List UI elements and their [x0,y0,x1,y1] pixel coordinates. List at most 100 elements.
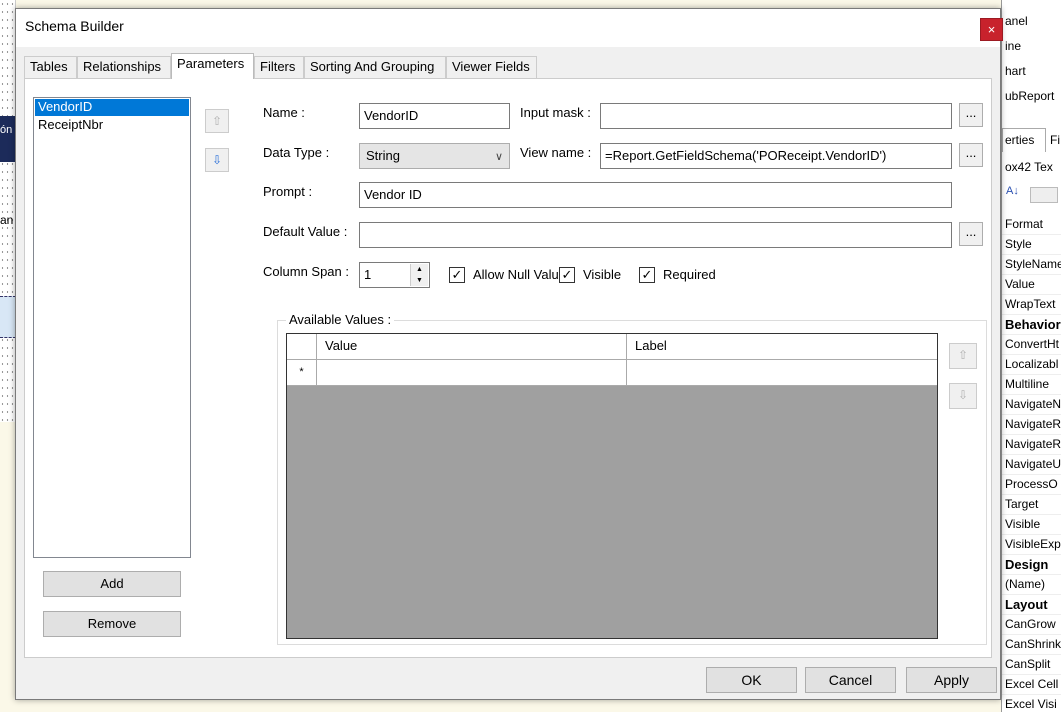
table-row[interactable]: WrapText [1002,295,1061,315]
property-name: (Name) [1005,577,1046,591]
allow-null-checkbox[interactable]: ✓ [449,267,465,283]
remove-parameter-button[interactable]: Remove [43,611,181,637]
column-span-stepper[interactable]: 1 ▲ ▼ [359,262,430,288]
table-row[interactable]: Multiline [1002,375,1061,395]
default-value-input[interactable] [359,222,952,248]
spin-up-icon[interactable]: ▲ [411,264,428,275]
input-mask-browse-button[interactable]: ... [959,103,983,127]
property-name: CanSplit [1005,657,1051,671]
move-value-up-button[interactable]: ⇧ [949,343,977,369]
add-parameter-button[interactable]: Add [43,571,181,597]
default-value-label: Default Value : [263,224,348,239]
property-name: Format [1005,217,1044,231]
grid-row-header [287,334,317,360]
visible-label: Visible [583,267,622,282]
close-button[interactable]: × [980,18,1003,41]
prompt-label: Prompt : [263,184,313,199]
toolbox-item-panel[interactable]: anel [1005,14,1028,28]
value-cell[interactable] [317,360,627,386]
property-pages-icon[interactable] [1030,187,1058,203]
toolbox-item-subreport[interactable]: ubReport [1005,89,1054,103]
data-type-value: String [366,148,400,163]
property-name: Layout [1005,597,1048,612]
property-name: VisibleExp [1005,537,1061,551]
table-row[interactable]: Style [1002,235,1061,255]
table-row[interactable]: Value [1002,275,1061,295]
list-item[interactable]: VendorID [35,99,189,116]
prompt-input[interactable]: Vendor ID [359,182,952,208]
toolbox-item-line[interactable]: ine [1005,39,1021,53]
designer-selected-control[interactable] [0,296,16,338]
tab-fields[interactable]: Fi [1050,133,1060,147]
table-row[interactable]: VisibleExp [1002,535,1061,555]
table-row[interactable]: NavigateR [1002,435,1061,455]
visible-checkbox[interactable]: ✓ [559,267,575,283]
cancel-button[interactable]: Cancel [805,667,896,693]
name-input[interactable]: VendorID [359,103,510,129]
spin-down-icon[interactable]: ▼ [411,275,428,286]
view-name-browse-button[interactable]: ... [959,143,983,167]
grid-header: Value Label [287,334,937,360]
table-row[interactable]: Excel Cell [1002,675,1061,695]
move-value-down-button[interactable]: ⇩ [949,383,977,409]
available-values-grid[interactable]: Value Label * [286,333,938,639]
table-row[interactable]: Localizabl [1002,355,1061,375]
table-row[interactable]: Target [1002,495,1061,515]
table-row[interactable]: Excel Visi [1002,695,1061,712]
tab-viewer-fields[interactable]: Viewer Fields [446,56,537,78]
sort-alphabetical-icon[interactable]: A↓ [1006,185,1019,197]
table-row[interactable]: NavigateU [1002,455,1061,475]
property-name: CanGrow [1005,617,1056,631]
tab-parameters[interactable]: Parameters [171,53,254,79]
data-type-label: Data Type : [263,145,330,160]
tab-tables[interactable]: Tables [24,56,77,78]
property-name: Visible [1005,517,1041,531]
move-parameter-down-button[interactable]: ⇩ [205,148,229,172]
label-cell[interactable] [627,360,937,386]
ok-button[interactable]: OK [706,667,797,693]
table-row[interactable]: (Name) [1002,575,1061,595]
arrow-up-icon: ⇧ [957,348,969,362]
apply-button[interactable]: Apply [906,667,997,693]
toolbox-item-chart[interactable]: hart [1005,64,1026,78]
stepper-buttons: ▲ ▼ [410,264,428,286]
parameters-panel: VendorID ReceiptNbr ⇧ ⇩ Add Remove Name … [24,78,992,658]
table-row[interactable]: Format [1002,215,1061,235]
required-checkbox[interactable]: ✓ [639,267,655,283]
table-row[interactable]: ConvertHt [1002,335,1061,355]
table-row[interactable]: Behavior [1002,315,1061,335]
property-name: StyleName [1005,257,1061,271]
arrow-down-icon: ⇩ [957,388,969,402]
data-type-select[interactable]: String ∨ [359,143,510,169]
table-row[interactable]: Visible [1002,515,1061,535]
required-label: Required [663,267,716,282]
column-header-label[interactable]: Label [627,334,937,360]
list-item[interactable]: ReceiptNbr [35,117,189,134]
input-mask-input[interactable] [600,103,952,129]
table-row[interactable]: CanShrink [1002,635,1061,655]
table-row[interactable]: Design [1002,555,1061,575]
parameter-list[interactable]: VendorID ReceiptNbr [33,97,191,558]
view-name-input[interactable]: =Report.GetFieldSchema('POReceipt.Vendor… [600,143,952,169]
available-values-group: Available Values : Value Label * ⇧ ⇩ [277,312,987,645]
table-row[interactable]: CanGrow [1002,615,1061,635]
default-value-browse-button[interactable]: ... [959,222,983,246]
checkmark-icon: ✓ [641,267,653,282]
tab-filters[interactable]: Filters [254,56,304,78]
table-row[interactable]: NavigateN [1002,395,1061,415]
table-row[interactable]: CanSplit [1002,655,1061,675]
property-name: NavigateR [1005,417,1061,431]
property-name: Behavior [1005,317,1061,332]
property-name: NavigateU [1005,457,1061,471]
tab-relationships[interactable]: Relationships [77,56,171,78]
table-row[interactable]: ProcessO [1002,475,1061,495]
table-row[interactable]: StyleName [1002,255,1061,275]
table-row[interactable]: Layout [1002,595,1061,615]
tab-sorting-and-grouping[interactable]: Sorting And Grouping [304,56,446,78]
table-row[interactable]: NavigateR [1002,415,1061,435]
move-parameter-up-button[interactable]: ⇧ [205,109,229,133]
available-values-title: Available Values : [286,312,395,327]
table-row[interactable]: * [287,360,937,386]
tab-properties[interactable]: erties [1002,128,1046,152]
column-header-value[interactable]: Value [317,334,627,360]
